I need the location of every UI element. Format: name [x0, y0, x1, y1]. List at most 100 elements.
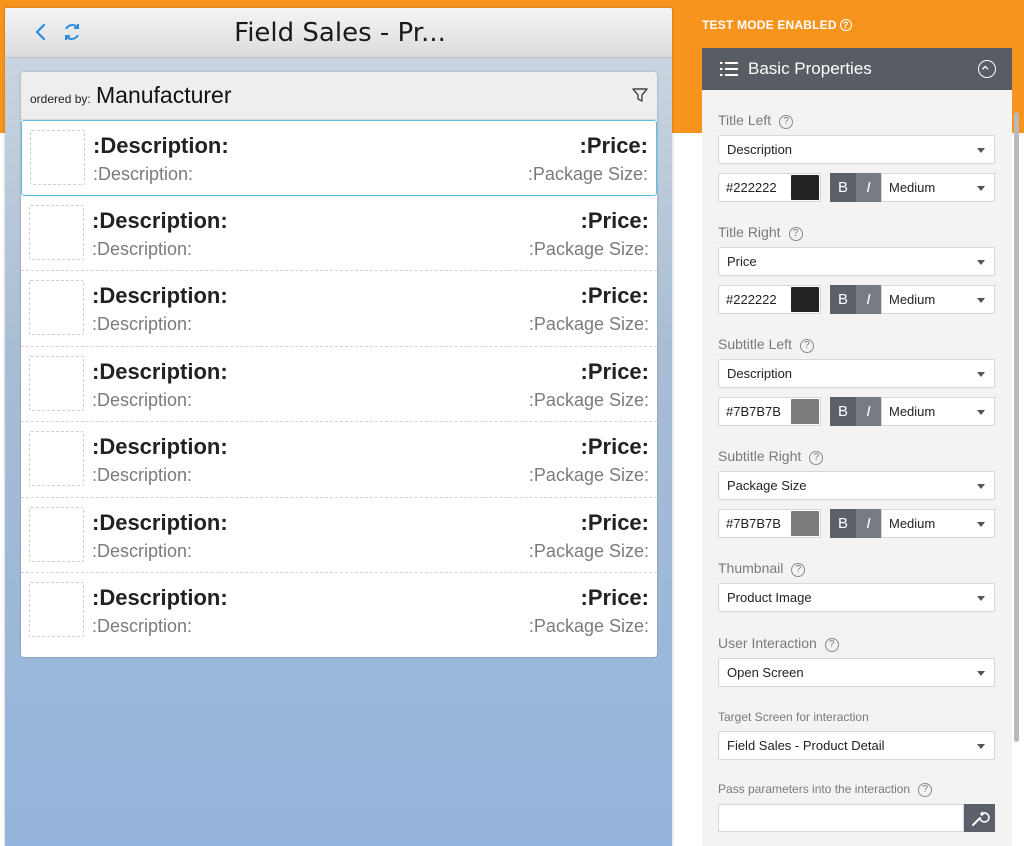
collapse-icon[interactable] [978, 60, 996, 78]
title-right-label-text: Title Right [718, 224, 781, 240]
wrench-icon [972, 811, 990, 826]
order-bar: ordered by: Manufacturer [21, 72, 657, 120]
list-item[interactable]: :Description: :Price: :Description: :Pac… [21, 497, 657, 573]
target-screen-select[interactable]: Field Sales - Product Detail [718, 731, 995, 760]
help-icon[interactable]: ? [809, 451, 824, 465]
help-icon[interactable]: ? [791, 563, 806, 577]
title-left-label-text: Title Left [718, 112, 772, 128]
subtitle-left-size-select[interactable]: Medium [881, 397, 995, 426]
target-screen-select-value: Field Sales - Product Detail [727, 738, 885, 753]
title-right: :Price: [580, 434, 649, 459]
pass-params-input[interactable] [718, 804, 964, 832]
test-mode-label: TEST MODE ENABLED [702, 18, 837, 32]
subtitle-right-color-value: #7B7B7B [726, 516, 781, 531]
basic-properties-header[interactable]: Basic Properties [702, 48, 1012, 90]
title-right: :Price: [580, 283, 649, 308]
title-left-select[interactable]: Description [718, 135, 995, 164]
bold-button[interactable]: B [830, 397, 856, 426]
subtitle-left-select[interactable]: Description [718, 359, 995, 388]
user-interaction-label-text: User Interaction [718, 635, 817, 651]
title-right-style-row: #222222 B I Medium [718, 285, 995, 314]
list-item[interactable]: :Description: :Price: :Description: :Pac… [21, 120, 657, 196]
subtitle-left-style-row: #7B7B7B B I Medium [718, 397, 995, 426]
wrench-button[interactable] [964, 804, 995, 832]
help-icon[interactable]: ? [779, 115, 794, 129]
caret-down-icon [977, 148, 985, 153]
subtitle-right: :Package Size: [528, 465, 649, 485]
subtitle-left: :Description: [92, 238, 193, 259]
title-right-color-value: #222222 [726, 292, 777, 307]
back-icon[interactable] [30, 21, 52, 43]
list-item[interactable]: :Description: :Price: :Description: :Pac… [21, 573, 657, 649]
title-right-size-select[interactable]: Medium [881, 285, 995, 314]
panel-scrollbar[interactable] [1014, 112, 1019, 742]
ordered-by-label: ordered by: [30, 92, 91, 106]
test-mode-banner: TEST MODE ENABLED? [702, 18, 852, 32]
thumbnail-placeholder [29, 355, 84, 411]
thumbnail-select[interactable]: Product Image [718, 583, 995, 612]
title-right: :Price: [580, 207, 649, 233]
title-right-select[interactable]: Price [718, 247, 995, 276]
subtitle-left-color-swatch[interactable] [791, 399, 819, 424]
panel-title: Basic Properties [748, 59, 872, 78]
subtitle-left-label-text: Subtitle Left [718, 336, 792, 352]
title-right-bold-italic: B I [830, 285, 881, 314]
title-left: :Description: [93, 133, 229, 158]
bold-button[interactable]: B [830, 173, 856, 202]
list-item[interactable]: :Description: :Price: :Description: :Pac… [21, 195, 657, 271]
title-left: :Description: [92, 207, 228, 233]
ordered-by-value: Manufacturer [96, 82, 232, 108]
title-left-size-select[interactable]: Medium [881, 173, 995, 202]
thumbnail-placeholder [29, 582, 84, 637]
subtitle-right-size-select[interactable]: Medium [881, 509, 995, 538]
title-left-color-value: #222222 [726, 180, 777, 195]
preview-header: Field Sales - Pr... [5, 8, 672, 58]
italic-button[interactable]: I [856, 509, 881, 538]
help-icon[interactable]: ? [918, 783, 933, 797]
bold-button[interactable]: B [830, 285, 856, 314]
subtitle-right-label: Subtitle Right? [718, 448, 824, 465]
subtitle-left: :Description: [92, 616, 193, 636]
help-icon[interactable]: ? [824, 638, 839, 652]
subtitle-right: :Package Size: [528, 314, 649, 334]
title-right: :Price: [579, 133, 648, 158]
filter-icon[interactable] [631, 86, 649, 104]
title-right-color-swatch[interactable] [791, 287, 819, 312]
subtitle-right: :Package Size: [528, 540, 649, 561]
subtitle-right: :Package Size: [528, 389, 649, 410]
subtitle-left-label: Subtitle Left? [718, 336, 814, 353]
user-interaction-select[interactable]: Open Screen [718, 658, 995, 687]
italic-button[interactable]: I [856, 397, 881, 426]
help-icon[interactable]: ? [799, 339, 814, 353]
title-left: :Description: [92, 358, 228, 384]
thumbnail-placeholder [30, 130, 85, 185]
help-icon[interactable]: ? [788, 227, 803, 241]
italic-button[interactable]: I [856, 285, 881, 314]
subtitle-left: :Description: [92, 314, 193, 334]
list-item[interactable]: :Description: :Price: :Description: :Pac… [21, 346, 657, 422]
title-left-style-row: #222222 B I Medium [718, 173, 995, 202]
subtitle-right: :Package Size: [528, 616, 649, 636]
subtitle-right-select[interactable]: Package Size [718, 471, 995, 500]
italic-button[interactable]: I [856, 173, 881, 202]
subtitle-left-select-value: Description [727, 366, 793, 381]
refresh-icon[interactable] [61, 21, 83, 43]
subtitle-left: :Description: [92, 465, 193, 485]
title-right: :Price: [580, 358, 649, 384]
subtitle-right-color-swatch[interactable] [791, 511, 819, 536]
list-icon [720, 62, 738, 76]
thumbnail-placeholder [29, 280, 84, 335]
subtitle-right-size-value: Medium [889, 516, 936, 531]
screen-title: Field Sales - Pr... [234, 18, 446, 48]
help-icon[interactable]: ? [839, 19, 852, 31]
subtitle-left-bold-italic: B I [830, 397, 881, 426]
title-left-label: Title Left? [718, 112, 794, 129]
bold-button[interactable]: B [830, 509, 856, 538]
title-left-color-swatch[interactable] [791, 175, 819, 200]
user-interaction-label: User Interaction? [718, 635, 839, 652]
subtitle-right-bold-italic: B I [830, 509, 881, 538]
subtitle-right-label-text: Subtitle Right [718, 448, 802, 464]
list-item[interactable]: :Description: :Price: :Description: :Pac… [21, 422, 657, 498]
caret-down-icon [977, 484, 985, 489]
list-item[interactable]: :Description: :Price: :Description: :Pac… [21, 271, 657, 347]
